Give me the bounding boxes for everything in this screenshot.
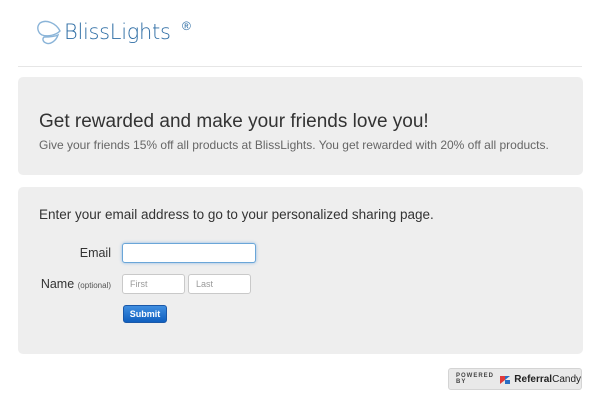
provider-name-strong: Referral bbox=[514, 373, 553, 385]
provider-name-rest: Candy bbox=[552, 373, 581, 385]
name-label-text: Name bbox=[40, 277, 75, 291]
name-label: Name (optional) bbox=[18, 277, 111, 291]
form-prompt: Enter your email address to go to your p… bbox=[39, 207, 434, 222]
brand-logo[interactable]: BlissLights ® bbox=[36, 13, 191, 53]
last-name-field[interactable] bbox=[188, 274, 251, 294]
provider-name: ReferralCandy bbox=[514, 374, 581, 385]
brand-name: BlissLights bbox=[64, 20, 171, 44]
powered-by-label: POWERED BY bbox=[456, 373, 495, 385]
email-field[interactable] bbox=[122, 243, 256, 263]
intro-headline: Get rewarded and make your friends love … bbox=[39, 111, 429, 132]
powered-by-badge[interactable]: POWERED BY ReferralCandy bbox=[448, 368, 582, 390]
referralcandy-icon bbox=[499, 373, 511, 385]
registered-mark: ® bbox=[182, 19, 191, 33]
optional-hint: (optional) bbox=[77, 281, 111, 290]
signup-form-panel: Enter your email address to go to your p… bbox=[18, 187, 583, 354]
submit-button[interactable]: Submit bbox=[123, 305, 167, 323]
intro-panel: Get rewarded and make your friends love … bbox=[18, 77, 583, 175]
header-divider bbox=[18, 66, 582, 67]
first-name-field[interactable] bbox=[122, 274, 185, 294]
intro-subline: Give your friends 15% off all products a… bbox=[39, 138, 549, 152]
email-label: Email bbox=[79, 246, 111, 260]
